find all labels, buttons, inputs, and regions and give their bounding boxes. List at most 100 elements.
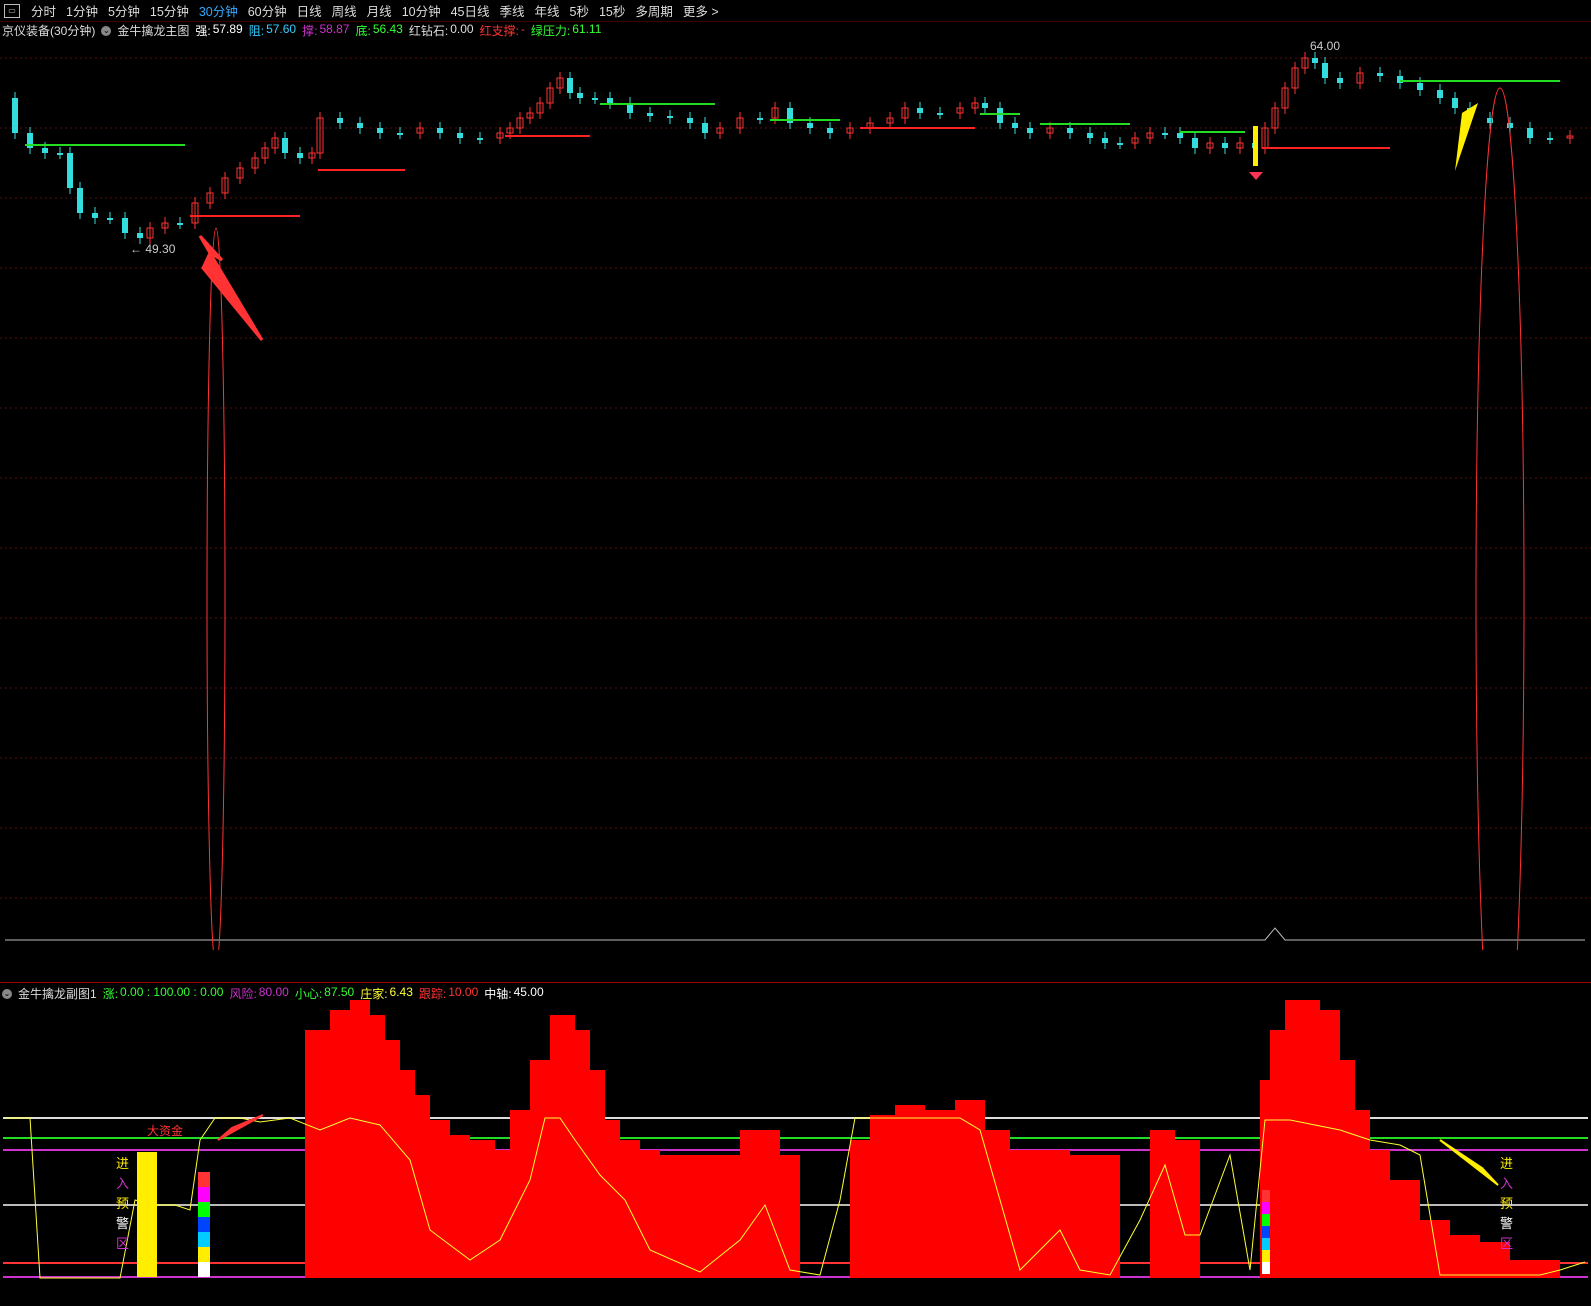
tab-period[interactable]: 更多 > <box>678 1 724 20</box>
histogram-bar <box>1175 1140 1200 1278</box>
tab-period[interactable]: 月线 <box>362 1 397 20</box>
histogram-bar <box>1010 1150 1070 1278</box>
tab-period[interactable]: 分时 <box>26 1 61 20</box>
tab-period[interactable]: 周线 <box>327 1 362 20</box>
candle-body <box>397 133 403 135</box>
info-label: 阻: <box>248 24 265 38</box>
candle-body <box>137 233 143 238</box>
histogram-bar <box>1300 1000 1320 1278</box>
histogram-bar <box>575 1030 590 1278</box>
histogram-bar <box>660 1155 700 1278</box>
candle-body <box>1067 128 1073 133</box>
histogram-bar <box>495 1150 510 1278</box>
main-chart-info: 京仪装备(30分钟) ⌄ 金牛擒龙主图 强: 57.89 阻: 57.60 撑: 58.8… <box>2 22 613 39</box>
histogram-bar <box>590 1070 605 1278</box>
candle-body <box>1102 138 1108 143</box>
baseline <box>5 927 1585 941</box>
period-toolbar: ▭ 分时 1分钟 5分钟 15分钟 30分钟 60分钟 日线 周线 月线 10分钟 45日线 季线 年线… <box>0 0 1591 22</box>
zone-label-left: 区 <box>116 1236 129 1251</box>
signal-bar <box>1253 126 1258 166</box>
tab-period[interactable]: 5分钟 <box>103 1 145 20</box>
histogram-bar <box>605 1120 620 1278</box>
price-chart: 64.00 ← 49.30 <box>0 39 1591 950</box>
signal-stack-block <box>1262 1214 1270 1226</box>
tab-period[interactable]: 45日线 <box>446 1 495 20</box>
histogram-bar <box>895 1105 925 1278</box>
candle-body <box>42 148 48 153</box>
panel-divider <box>0 982 1591 983</box>
zone-label-right: 区 <box>1500 1236 1513 1251</box>
candle-body <box>1527 128 1533 138</box>
histogram-bar <box>1285 1000 1300 1278</box>
candle-body <box>107 218 113 220</box>
histogram-bar <box>925 1110 955 1278</box>
tab-period[interactable]: 15秒 <box>594 1 630 20</box>
candle-body <box>667 116 673 118</box>
candle-body <box>1547 138 1553 140</box>
histogram-bar <box>550 1015 575 1278</box>
histogram-bar <box>780 1155 800 1278</box>
histogram-bar <box>740 1130 780 1278</box>
histogram-bar <box>700 1155 740 1278</box>
histogram-bar <box>850 1140 870 1278</box>
histogram-bar <box>1355 1110 1370 1278</box>
info-value: - <box>520 22 525 36</box>
histogram-bar <box>640 1150 660 1278</box>
histogram-bar <box>1150 1130 1175 1278</box>
candle-body <box>67 153 73 188</box>
info-value: 56.43 <box>372 22 403 36</box>
histogram-bar <box>1450 1235 1480 1278</box>
info-label: 强: <box>195 24 211 38</box>
candle-body <box>1027 128 1033 133</box>
info-label: 撑: <box>302 24 318 38</box>
info-label: 底: <box>355 24 371 38</box>
info-label: 绿压力: <box>530 24 571 38</box>
info-value: 57.60 <box>266 22 297 36</box>
tab-period[interactable]: 5秒 <box>565 1 594 20</box>
tab-period[interactable]: 10分钟 <box>397 1 446 20</box>
histogram-bar <box>1370 1150 1390 1278</box>
signal-stack-block <box>198 1187 210 1202</box>
signal-stack-block <box>198 1202 210 1217</box>
sub-indicator-toggle-icon[interactable]: ⌄ <box>2 988 12 999</box>
signal-stack-block <box>1262 1226 1270 1238</box>
candle-body <box>1337 78 1343 83</box>
candle-body <box>607 98 613 103</box>
histogram-bar <box>400 1070 415 1278</box>
tab-period[interactable]: 60分钟 <box>243 1 292 20</box>
tab-period[interactable]: 15分钟 <box>145 1 194 20</box>
red-diamond-icon <box>1249 172 1263 180</box>
histogram-bar <box>1070 1155 1120 1278</box>
zone-label-left: 警 <box>116 1216 129 1231</box>
candle-body <box>1162 133 1168 135</box>
yellow-arrow-annotation <box>1439 1139 1499 1186</box>
tab-period[interactable]: 季线 <box>495 1 530 20</box>
signal-stack-block <box>1262 1202 1270 1214</box>
histogram-bar <box>1420 1220 1450 1278</box>
window-icon[interactable]: ▭ <box>4 3 20 18</box>
histogram-bar <box>870 1115 895 1278</box>
histogram-bar <box>1270 1030 1285 1278</box>
signal-stack-block <box>1262 1262 1270 1274</box>
candle-body <box>12 98 18 133</box>
histogram-bar <box>450 1135 470 1278</box>
high-price-label: 64.00 <box>1310 39 1340 53</box>
histogram-bar <box>305 1030 330 1278</box>
low-price-label: ← 49.30 <box>130 242 176 256</box>
tab-period[interactable]: 年线 <box>530 1 565 20</box>
candle-body <box>807 123 813 128</box>
tab-period[interactable]: 日线 <box>292 1 327 20</box>
candle-body <box>1117 143 1123 145</box>
main-indicator-name[interactable]: 金牛擒龙主图 <box>117 22 189 39</box>
candle-body <box>982 103 988 108</box>
candle-body <box>477 138 483 140</box>
tab-period[interactable]: 1分钟 <box>61 1 103 20</box>
signal-stack-block <box>1262 1250 1270 1262</box>
candle-body <box>997 108 1003 123</box>
tab-period[interactable]: 多周期 <box>630 1 678 20</box>
indicator-toggle-icon[interactable]: ⌄ <box>101 25 112 36</box>
tab-period[interactable]: 30分钟 <box>194 1 243 20</box>
histogram-bar <box>430 1120 450 1278</box>
candle-body <box>337 118 343 123</box>
signal-stack-block <box>198 1262 210 1277</box>
